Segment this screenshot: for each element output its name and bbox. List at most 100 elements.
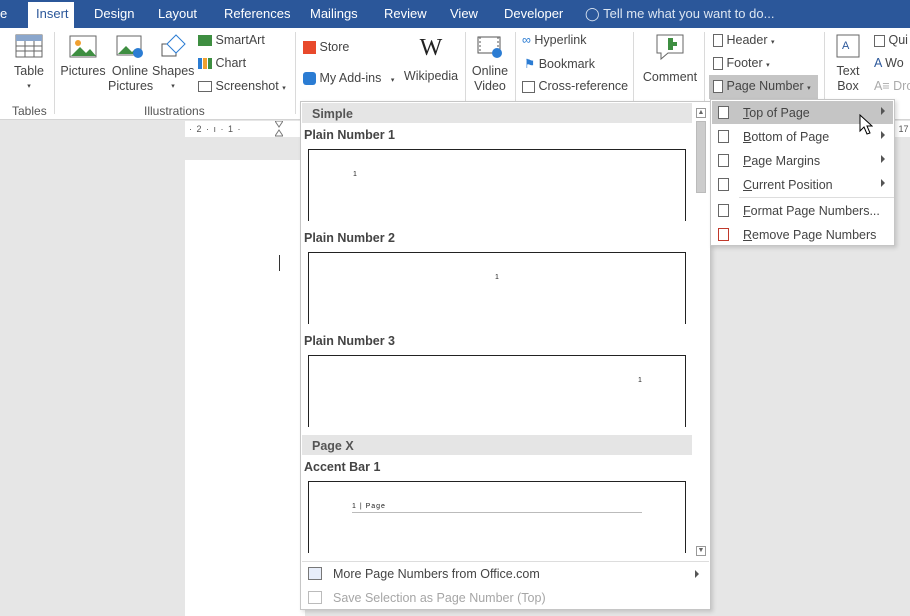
wikipedia-button[interactable]: W Wikipedia: [402, 34, 460, 84]
indent-marker[interactable]: [274, 120, 284, 141]
online-video-label-2: Video: [474, 79, 506, 93]
tab-layout[interactable]: Layout: [158, 6, 197, 21]
menu-item-format-page-numbers[interactable]: Format Page Numbers...: [712, 199, 893, 222]
hyperlink-button[interactable]: ∞ Hyperlink: [522, 33, 587, 47]
footer-label: Footer: [726, 56, 763, 70]
page-top-icon: [718, 106, 729, 119]
online-video-button[interactable]: Online Video: [470, 32, 510, 94]
page-bottom-icon: [718, 130, 729, 143]
online-pictures-button[interactable]: Online Pictures: [108, 32, 154, 94]
screenshot-button[interactable]: Screenshot ▾: [198, 79, 286, 93]
horizontal-ruler-right[interactable]: · 17: [893, 121, 910, 137]
hyperlink-label: Hyperlink: [534, 33, 587, 47]
lightbulb-icon: ◯: [585, 6, 604, 21]
bookmark-button[interactable]: ⚑ Bookmark: [524, 56, 595, 71]
quick-parts-label: Qui: [888, 33, 908, 47]
group-label-illustrations: Illustrations: [144, 104, 205, 118]
submenu-arrow-icon: [881, 131, 885, 139]
gallery-scrollbar[interactable]: ▲ ▼: [693, 105, 709, 557]
remove-page-numbers-icon: [718, 228, 729, 241]
pictures-button[interactable]: Pictures: [60, 32, 106, 79]
text-box-label-2: Box: [837, 79, 859, 93]
drop-cap-button[interactable]: A≡ Dro: [874, 79, 910, 93]
wikipedia-label: Wikipedia: [403, 69, 459, 83]
store-label: Store: [319, 40, 350, 54]
chevron-down-icon: ▾: [171, 83, 175, 90]
save-selection-item: Save Selection as Page Number (Top): [302, 586, 709, 610]
chevron-down-icon: ▾: [27, 83, 31, 90]
chart-label: Chart: [215, 56, 247, 70]
smartart-label: SmartArt: [215, 33, 265, 47]
online-video-icon: [477, 36, 502, 58]
ribbon-tab-bar: e Insert Design Layout References Mailin…: [0, 0, 910, 28]
page-number-gallery: Simple Plain Number 1 1 Plain Number 2 1…: [300, 101, 711, 610]
cross-reference-label: Cross-reference: [538, 79, 629, 93]
tell-me-box[interactable]: ◯ Tell me what you want to do...: [585, 6, 774, 22]
table-button[interactable]: Table ▾: [12, 32, 46, 94]
tab-file[interactable]: e: [0, 6, 7, 21]
gallery-item-name: Plain Number 3: [304, 334, 395, 348]
group-label-tables: Tables: [12, 104, 47, 118]
chevron-down-icon: ▾: [807, 85, 811, 92]
gallery-section-page-x: Page X: [302, 435, 692, 455]
tab-mailings[interactable]: Mailings: [310, 6, 358, 21]
online-pictures-label-1: Online: [111, 64, 149, 78]
gallery-thumbnail-plain-number-2[interactable]: 1: [308, 252, 686, 324]
menu-item-current-position[interactable]: Current Position: [712, 173, 893, 196]
accent-bar-line: [352, 512, 642, 513]
menu-item-label: op of Page: [749, 106, 810, 120]
my-addins-button[interactable]: My Add-ins ▾: [303, 71, 394, 86]
gallery-item-name: Accent Bar 1: [304, 460, 381, 474]
wordart-label: Wo: [885, 56, 904, 70]
page-number-preview: 1: [495, 274, 499, 281]
tab-developer[interactable]: Developer: [504, 6, 563, 21]
more-page-numbers-item[interactable]: More Page Numbers from Office.com: [302, 562, 709, 586]
gallery-item-name: Plain Number 2: [304, 231, 395, 245]
wordart-icon: A: [874, 56, 882, 70]
tab-insert[interactable]: Insert: [28, 2, 74, 28]
footer-button[interactable]: Footer ▾: [713, 56, 770, 71]
document-page[interactable]: [185, 160, 305, 616]
gallery-thumbnail-plain-number-1[interactable]: 1: [308, 149, 686, 221]
cross-reference-button[interactable]: Cross-reference: [522, 79, 628, 93]
footer-icon: [713, 57, 723, 71]
tab-references[interactable]: References: [224, 6, 290, 21]
bookmark-icon: ⚑: [524, 57, 536, 71]
page-number-button[interactable]: Page Number ▾: [709, 75, 818, 99]
submenu-arrow-icon: [881, 155, 885, 163]
menu-item-page-margins[interactable]: Page Margins: [712, 149, 893, 172]
screenshot-label: Screenshot: [215, 79, 279, 93]
online-pictures-label-2: Pictures: [108, 79, 154, 93]
smartart-button[interactable]: SmartArt: [198, 33, 265, 47]
drop-cap-label: Dro: [893, 79, 910, 93]
comment-button[interactable]: Comment: [640, 32, 700, 85]
pictures-label: Pictures: [60, 64, 106, 78]
scroll-up-icon[interactable]: ▲: [696, 108, 706, 118]
submenu-arrow-icon: [881, 107, 885, 115]
horizontal-ruler[interactable]: · 2 · ı · 1 ·: [185, 121, 305, 137]
page-number-label: Page Number: [726, 79, 804, 93]
scroll-down-icon[interactable]: ▼: [696, 546, 706, 556]
mouse-pointer-icon: [859, 114, 873, 135]
shapes-button[interactable]: Shapes ▾: [152, 32, 194, 94]
gallery-thumbnail-accent-bar-1[interactable]: 1 | Page: [308, 481, 686, 553]
header-button[interactable]: Header ▾: [713, 33, 774, 48]
quick-parts-button[interactable]: Qui: [874, 33, 908, 47]
gallery-thumbnail-plain-number-3[interactable]: 1: [308, 355, 686, 427]
cross-reference-icon: [522, 80, 535, 93]
text-cursor: [279, 255, 280, 271]
page-number-preview: 1: [353, 171, 357, 178]
tab-review[interactable]: Review: [384, 6, 427, 21]
scrollbar-thumb[interactable]: [696, 121, 706, 193]
tab-view[interactable]: View: [450, 6, 478, 21]
menu-item-remove-page-numbers[interactable]: Remove Page Numbers: [712, 223, 893, 246]
text-box-button[interactable]: A Text Box: [830, 32, 866, 94]
accelerator-key: F: [743, 204, 751, 218]
tab-design[interactable]: Design: [94, 6, 134, 21]
store-button[interactable]: Store: [303, 40, 350, 55]
chart-button[interactable]: Chart: [198, 56, 246, 70]
shapes-label: Shapes: [152, 64, 195, 78]
online-pictures-icon: [116, 35, 143, 58]
ribbon-divider: [295, 32, 296, 114]
wordart-button[interactable]: A Wo: [874, 56, 904, 70]
